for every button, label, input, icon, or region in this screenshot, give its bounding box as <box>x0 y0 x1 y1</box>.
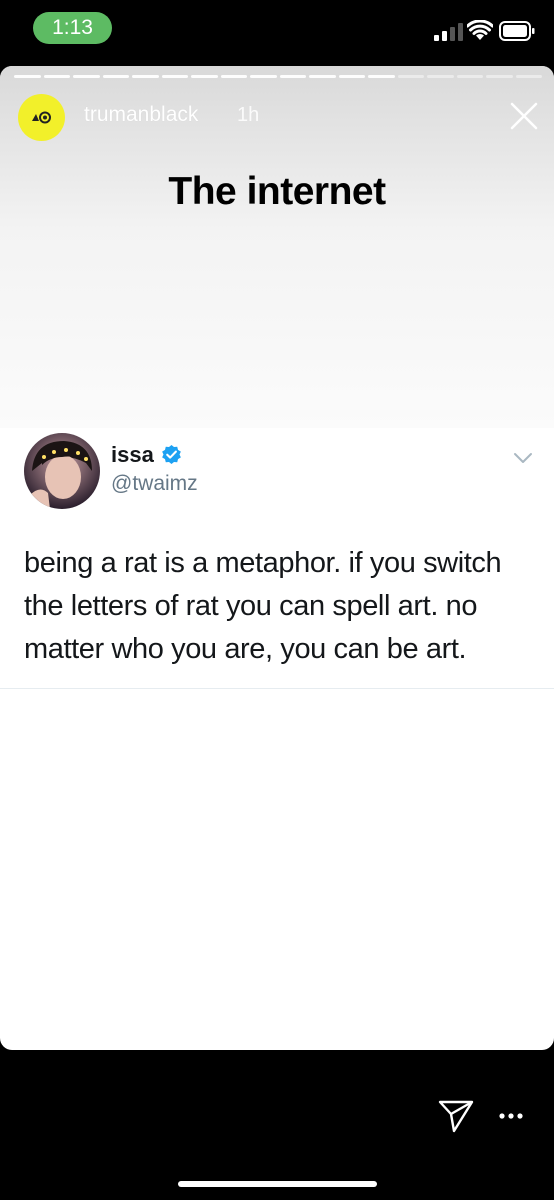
story-avatar-logo-icon <box>32 111 51 124</box>
story-progress-segment <box>427 75 454 78</box>
story-progress-segment <box>14 75 41 78</box>
wifi-icon <box>467 20 493 40</box>
story-progress-segment <box>309 75 336 78</box>
tweet-author-name[interactable]: issa <box>111 442 154 468</box>
story-progress-segment <box>486 75 513 78</box>
more-icon[interactable] <box>497 1104 525 1128</box>
story-progress-segment <box>73 75 100 78</box>
story-progress-segment <box>161 75 188 78</box>
signal-icon <box>434 23 463 41</box>
story-caption: The internet <box>168 170 386 213</box>
story-progress-segment <box>456 75 483 78</box>
story-progress-segment <box>102 75 129 78</box>
tweet-divider <box>0 688 554 689</box>
story-progress-segment <box>191 75 218 78</box>
story-card[interactable]: trumanblack 1h The internet issa @twaimz… <box>0 66 554 1050</box>
story-progress-segment <box>132 75 159 78</box>
chevron-down-icon[interactable] <box>512 450 534 466</box>
story-time-ago: 1h <box>237 104 260 126</box>
story-progress-segment <box>515 75 542 78</box>
battery-icon <box>499 21 535 41</box>
tweet-card[interactable]: issa @twaimz being a rat is a metaphor. … <box>0 428 554 690</box>
story-progress-segment <box>279 75 306 78</box>
close-icon[interactable] <box>508 100 540 132</box>
story-username[interactable]: trumanblack <box>84 103 198 127</box>
story-progress-segment <box>368 75 395 78</box>
story-progress-segment <box>397 75 424 78</box>
story-progress-segment <box>338 75 365 78</box>
status-bar: 1:13 <box>0 0 554 62</box>
story-progress-segment <box>220 75 247 78</box>
status-time[interactable]: 1:13 <box>33 12 112 44</box>
tweet-author-handle[interactable]: @twaimz <box>111 472 198 496</box>
story-progress-segment <box>43 75 70 78</box>
story-avatar[interactable] <box>18 94 65 141</box>
tweet-avatar[interactable] <box>24 433 100 509</box>
story-progress-segment <box>250 75 277 78</box>
tweet-text: being a rat is a metaphor. if you switch… <box>24 547 502 665</box>
verified-badge-icon <box>162 444 181 465</box>
story-progress <box>14 75 542 78</box>
send-icon[interactable] <box>438 1099 474 1133</box>
home-indicator[interactable] <box>178 1181 377 1187</box>
